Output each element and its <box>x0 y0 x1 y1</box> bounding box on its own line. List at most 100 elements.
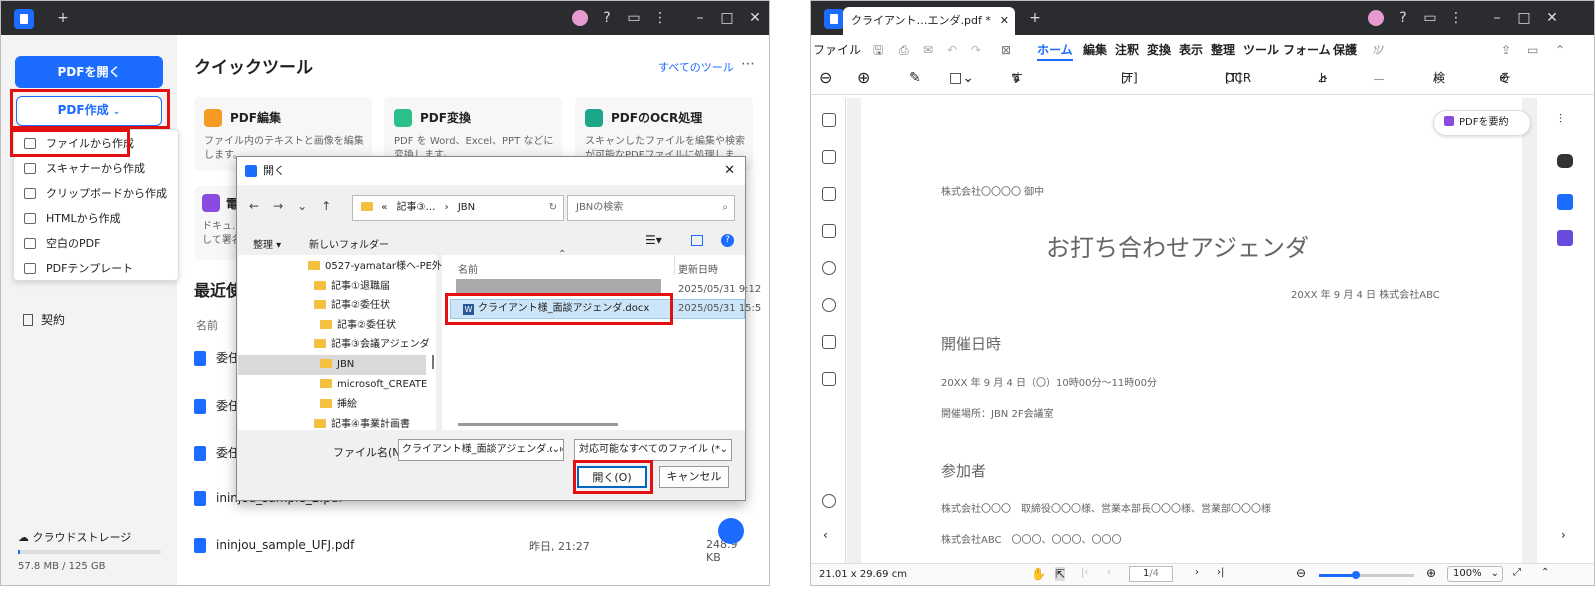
assistant-icon[interactable] <box>718 518 744 544</box>
layers-icon[interactable] <box>822 224 836 238</box>
envelope-icon[interactable]: ⊠ <box>1001 35 1011 65</box>
tab-tools[interactable]: ツール <box>1243 35 1279 65</box>
tab-convert[interactable]: 変換 <box>1147 35 1171 65</box>
zoom-in-icon[interactable]: ⊕ <box>1426 566 1436 580</box>
maximize-icon[interactable]: □ <box>1510 1 1538 35</box>
tab-annotate[interactable]: 注釈 <box>1115 35 1139 65</box>
zoom-out-icon[interactable]: ⊖ <box>819 63 832 93</box>
page-number-input[interactable]: 1/4 <box>1129 566 1173 582</box>
tab-edit[interactable]: 編集 <box>1083 35 1107 65</box>
close-tab-icon[interactable]: ✕ <box>1000 7 1009 35</box>
zoom-in-icon[interactable]: ⊕ <box>857 63 870 93</box>
comment-icon[interactable] <box>822 187 836 201</box>
tree-item[interactable]: 記事②委任状 <box>320 316 396 336</box>
path-segment[interactable]: 記事③… <box>397 202 436 213</box>
feedback-icon[interactable]: ▭ <box>620 1 648 35</box>
select-tool-icon[interactable]: ⇱ <box>1055 567 1066 581</box>
list-item[interactable]: 委任 <box>194 349 240 373</box>
chevron-up-icon[interactable]: ⌃ <box>1555 35 1565 65</box>
menu-item-template[interactable]: PDFテンプレート <box>20 258 133 280</box>
feedback-icon[interactable]: ▭ <box>1416 1 1444 35</box>
new-tab-button[interactable]: + <box>49 1 77 35</box>
minimize-icon[interactable]: – <box>686 1 714 35</box>
tab-organize[interactable]: 整理 <box>1211 35 1235 65</box>
settings-sliders-icon[interactable]: ⫶ <box>1559 112 1562 127</box>
print-icon[interactable]: ⎙ <box>899 35 909 65</box>
open-pdf-button[interactable]: PDFを開く <box>15 56 163 88</box>
tree-item[interactable]: microsoft_CREATE <box>320 375 427 395</box>
new-folder-button[interactable]: 新しいフォルダー <box>309 236 389 251</box>
upload-icon[interactable]: ⇪ <box>1501 35 1511 65</box>
save-icon[interactable]: 🖫 <box>873 35 883 65</box>
sidebar-item-contract[interactable]: 契約 <box>23 311 65 328</box>
horizontal-scrollbar[interactable] <box>458 423 618 426</box>
menu-file[interactable]: ファイル <box>811 35 863 65</box>
redo-icon[interactable]: ↷ <box>971 35 981 65</box>
zoom-slider-thumb[interactable] <box>1352 571 1360 579</box>
collapse-left-icon[interactable]: ‹ <box>823 528 828 542</box>
avatar[interactable] <box>572 10 588 26</box>
close-icon[interactable]: ✕ <box>741 1 769 35</box>
fit-icon[interactable]: ⤢ <box>1513 567 1521 578</box>
check-icon[interactable] <box>1557 230 1573 246</box>
cloud-storage[interactable]: ☁ クラウドストレージ <box>18 529 131 545</box>
window-icon[interactable]: ▭ <box>1527 35 1538 65</box>
tree-item-selected[interactable]: JBN <box>238 355 426 375</box>
zoom-select[interactable]: 100% ⌄ <box>1447 566 1503 582</box>
shape-icon[interactable]: □⌄ <box>949 63 974 93</box>
list-item[interactable]: ininjou_sample_UFJ.pdf 昨日, 21:27 248.9 K… <box>194 538 754 564</box>
tab-form[interactable]: フォーム <box>1283 35 1331 65</box>
document-tab[interactable]: クライアント…エンダ.pdf * ✕ <box>843 7 1015 35</box>
refresh-icon[interactable]: ↻ <box>549 196 557 220</box>
signature-icon[interactable] <box>822 372 836 386</box>
organize-button[interactable]: 整理 ▾ <box>253 236 281 251</box>
help-icon[interactable] <box>822 494 836 508</box>
date-column-header[interactable]: 更新日時 <box>678 261 718 276</box>
summarize-pdf-button[interactable]: PDFを要約 <box>1433 110 1531 136</box>
chevron-up-icon[interactable]: ⌃ <box>1541 567 1549 578</box>
first-page-icon[interactable]: |‹ <box>1081 567 1088 578</box>
tab-protect[interactable]: 保護 <box>1333 35 1357 65</box>
last-page-icon[interactable]: ›| <box>1217 567 1224 578</box>
help-icon[interactable]: ? <box>593 1 621 35</box>
more-icon[interactable]: ⋮ <box>1442 1 1470 35</box>
all-tools-link[interactable]: すべてのツール <box>658 59 734 75</box>
filename-input[interactable]: クライアント様_面談アジェンダ.doc ⌄ <box>398 439 564 461</box>
new-tab-button[interactable]: + <box>1021 1 1049 35</box>
search-input[interactable]: JBNの検索 ⌕ <box>567 195 735 221</box>
view-icon[interactable]: ☰▾ <box>645 233 662 247</box>
cancel-button[interactable]: キャンセル <box>659 466 729 488</box>
tree-item[interactable]: 挿絵 <box>320 395 357 415</box>
more-icon[interactable]: ⋯ <box>741 56 755 72</box>
tree-item[interactable]: 記事③会議アジェンダ <box>314 335 430 355</box>
tree-item[interactable]: 記事①退職届 <box>314 277 390 297</box>
help-icon[interactable]: ? <box>1389 1 1417 35</box>
list-item[interactable] <box>456 279 661 293</box>
search-icon[interactable] <box>822 298 836 312</box>
name-column-header[interactable]: 名前 <box>458 261 478 276</box>
page-thumbnail-icon[interactable] <box>822 113 836 127</box>
next-page-icon[interactable]: › <box>1195 567 1199 578</box>
hand-tool-icon[interactable]: ✋ <box>1031 567 1046 581</box>
minimize-icon[interactable]: – <box>1483 1 1511 35</box>
menu-item-clipboard[interactable]: クリップボードから作成 <box>20 183 167 205</box>
zoom-slider[interactable] <box>1319 571 1414 579</box>
list-item[interactable]: 委任 <box>194 444 240 468</box>
tab-view[interactable]: 表示 <box>1179 35 1203 65</box>
path-segment[interactable]: JBN <box>458 202 475 213</box>
ai-robot-icon[interactable] <box>1557 154 1573 168</box>
menu-item-html[interactable]: HTMLから作成 <box>20 208 121 230</box>
maximize-icon[interactable]: □ <box>713 1 741 35</box>
menu-item-blank[interactable]: 空白のPDF <box>20 233 100 255</box>
chevron-down-icon[interactable]: ⌄ <box>297 199 321 213</box>
zoom-out-icon[interactable]: ⊖ <box>1296 566 1306 580</box>
more-icon[interactable]: ⋮ <box>646 1 674 35</box>
tab-home[interactable]: ホーム <box>1037 35 1073 61</box>
avatar[interactable] <box>1368 10 1384 26</box>
up-icon[interactable]: ↑ <box>321 199 345 213</box>
preview-pane-icon[interactable] <box>691 235 703 246</box>
help-icon[interactable]: ? <box>721 234 734 247</box>
bookmark-icon[interactable] <box>822 150 836 164</box>
undo-icon[interactable]: ↶ <box>947 35 957 65</box>
collapse-right-icon[interactable]: › <box>1561 528 1566 542</box>
